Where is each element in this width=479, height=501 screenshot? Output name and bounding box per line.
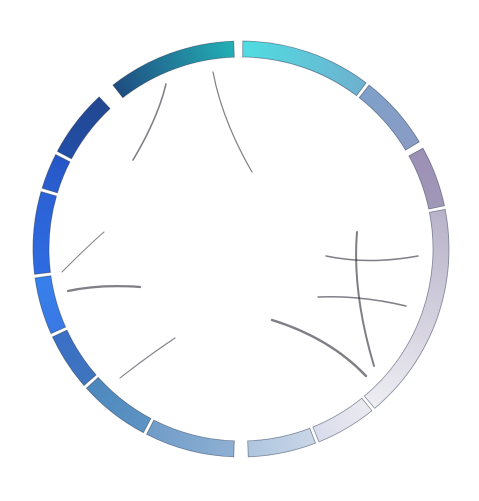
group-ring <box>32 40 450 458</box>
chord-ribbon <box>270 318 368 378</box>
chord-ribbon <box>212 71 253 173</box>
group-arc <box>312 397 373 443</box>
chord-ribbon <box>317 295 407 307</box>
group-arc <box>146 419 235 458</box>
group-arc <box>34 275 67 335</box>
chord-ribbon <box>119 337 176 379</box>
chord-ribbon <box>66 285 142 293</box>
group-arc <box>32 191 57 275</box>
group-arc <box>408 147 445 210</box>
chord-ribbons <box>61 71 419 379</box>
group-arc <box>85 376 152 434</box>
chord-ribbon <box>61 231 105 273</box>
group-arc <box>56 96 111 160</box>
group-arc <box>358 84 420 151</box>
group-arc <box>242 40 367 97</box>
group-arc <box>51 329 97 387</box>
chord-ribbon <box>325 255 419 262</box>
chord-ribbon <box>132 83 167 161</box>
group-arc <box>112 40 235 99</box>
group-arc <box>41 154 71 194</box>
group-arc <box>363 208 450 409</box>
group-arc <box>247 427 317 458</box>
chord-diagram <box>32 40 450 458</box>
